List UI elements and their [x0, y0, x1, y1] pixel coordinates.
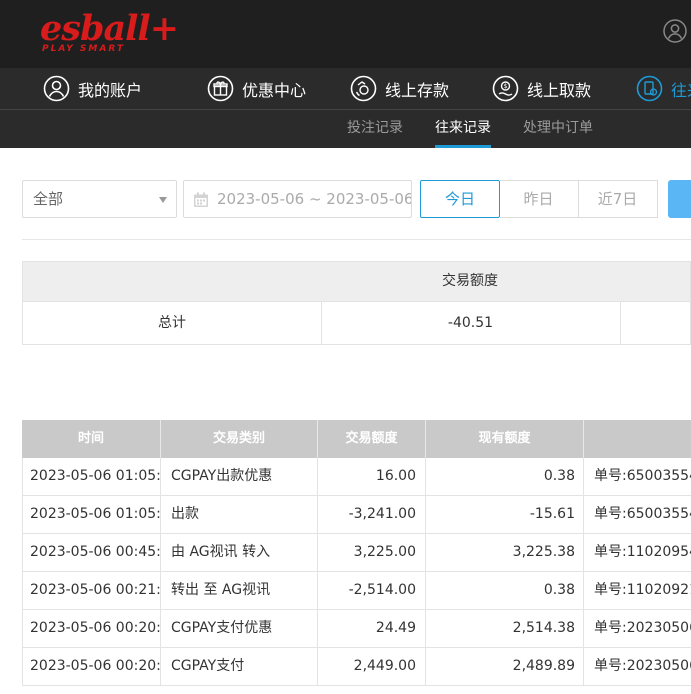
table-row: 2023-05-06 01:05:42出款-3,241.00-15.61单号:6… [22, 496, 691, 534]
cell-remark: 单号:110209211 [584, 572, 691, 609]
cell-time: 2023-05-06 01:05:42 [22, 496, 161, 533]
summary-header: 交易额度 [22, 261, 691, 302]
nav-item-my-account[interactable]: 我的账户 [43, 68, 142, 109]
svg-text:$: $ [504, 83, 508, 90]
cell-amount: 2,449.00 [318, 648, 426, 685]
column-header-remark: 备 [584, 420, 691, 458]
nav-item-online-withdraw[interactable]: $ 线上取款 [492, 68, 591, 109]
quick-7days-button[interactable]: 近7日 [578, 180, 658, 218]
nav-label: 线上取款 [527, 80, 592, 100]
tab-transaction-records[interactable]: 往来记录 [435, 110, 491, 148]
transaction-table: 时间 交易类别 交易额度 现有额度 备 2023-05-06 01:05:42C… [22, 420, 691, 686]
summary-total-label: 总计 [23, 302, 322, 344]
withdraw-icon: $ [492, 75, 519, 102]
table-row: 2023-05-06 00:20:45CGPAY支付优惠24.492,514.3… [22, 610, 691, 648]
calendar-icon [194, 192, 208, 207]
column-header-time: 时间 [22, 420, 161, 458]
type-select-value: 全部 [33, 190, 64, 208]
logo-brand: esball+ [40, 8, 179, 49]
nav-label: 优惠中心 [242, 80, 307, 100]
tab-bet-records[interactable]: 投注记录 [347, 110, 403, 148]
column-header-amount: 交易额度 [318, 420, 426, 458]
cell-remark: 单号:202305063 [584, 648, 691, 685]
cell-type: CGPAY支付 [161, 648, 318, 685]
date-range-input[interactable]: 2023-05-06 ~ 2023-05-06 [183, 180, 412, 218]
cell-time: 2023-05-06 00:21:05 [22, 572, 161, 609]
cell-amount: 16.00 [318, 458, 426, 495]
cell-amount: 24.49 [318, 610, 426, 647]
cell-time: 2023-05-06 00:20:45 [22, 648, 161, 685]
nav-item-online-deposit[interactable]: 线上存款 [350, 68, 449, 109]
cell-remark: 单号:650035548 [584, 458, 691, 495]
logo-tagline: PLAY SMART [42, 44, 125, 54]
cell-balance: 2,514.38 [426, 610, 584, 647]
cell-remark: 单号:202305063 [584, 610, 691, 647]
divider [22, 239, 691, 240]
summary-row: 总计 -40.51 [22, 302, 691, 345]
cell-type: 由 AG视讯 转入 [161, 534, 318, 571]
cell-type: CGPAY出款优惠 [161, 458, 318, 495]
cell-remark: 单号:110209542 [584, 534, 691, 571]
cell-time: 2023-05-06 00:20:45 [22, 610, 161, 647]
cell-balance: 3,225.38 [426, 534, 584, 571]
nav-item-promotions[interactable]: 优惠中心 [207, 68, 306, 109]
summary-total-value: -40.51 [321, 302, 621, 344]
user-circle-icon [43, 75, 70, 102]
column-header-type: 交易类别 [161, 420, 318, 458]
cell-type: 转出 至 AG视讯 [161, 572, 318, 609]
table-row: 2023-05-06 01:05:42CGPAY出款优惠16.000.38单号:… [22, 458, 691, 496]
cell-balance: -15.61 [426, 496, 584, 533]
nav-label: 往来 [671, 80, 691, 100]
table-header: 时间 交易类别 交易额度 现有额度 备 [22, 420, 691, 458]
cell-type: CGPAY支付优惠 [161, 610, 318, 647]
quick-today-button[interactable]: 今日 [420, 180, 500, 218]
cell-time: 2023-05-06 00:45:37 [22, 534, 161, 571]
search-button[interactable] [668, 180, 691, 218]
quick-yesterday-button[interactable]: 昨日 [499, 180, 579, 218]
cell-type: 出款 [161, 496, 318, 533]
cell-amount: -3,241.00 [318, 496, 426, 533]
nav-item-transactions[interactable]: 往来 [636, 68, 691, 109]
cell-balance: 0.38 [426, 458, 584, 495]
table-body: 2023-05-06 01:05:42CGPAY出款优惠16.000.38单号:… [22, 458, 691, 686]
table-row: 2023-05-06 00:20:45CGPAY支付2,449.002,489.… [22, 648, 691, 686]
main-nav: 我的账户 优惠中心 线上存款 $ 线上取款 往 [0, 68, 691, 110]
tab-pending-orders[interactable]: 处理中订单 [523, 110, 593, 148]
cell-balance: 0.38 [426, 572, 584, 609]
cell-amount: -2,514.00 [318, 572, 426, 609]
chevron-down-icon [159, 197, 167, 203]
record-icon [636, 75, 663, 102]
esball-logo[interactable]: esball+ PLAY SMART [40, 6, 179, 58]
cell-time: 2023-05-06 01:05:42 [22, 458, 161, 495]
gift-icon [207, 75, 234, 102]
sub-nav: 投注记录 往来记录 处理中订单 [0, 110, 691, 148]
column-header-balance: 现有额度 [426, 420, 584, 458]
nav-label: 线上存款 [385, 80, 450, 100]
date-range-value: 2023-05-06 ~ 2023-05-06 [217, 190, 412, 208]
summary-header-label: 交易额度 [442, 273, 498, 289]
table-row: 2023-05-06 00:45:37由 AG视讯 转入3,225.003,22… [22, 534, 691, 572]
cell-remark: 单号:650035548 [584, 496, 691, 533]
type-select[interactable]: 全部 [22, 180, 177, 218]
table-row: 2023-05-06 00:21:05转出 至 AG视讯-2,514.000.3… [22, 572, 691, 610]
cell-amount: 3,225.00 [318, 534, 426, 571]
top-header: esball+ PLAY SMART [0, 0, 691, 68]
nav-label: 我的账户 [78, 80, 143, 100]
cell-balance: 2,489.89 [426, 648, 584, 685]
deposit-icon [350, 75, 377, 102]
user-account-icon[interactable] [663, 19, 687, 43]
